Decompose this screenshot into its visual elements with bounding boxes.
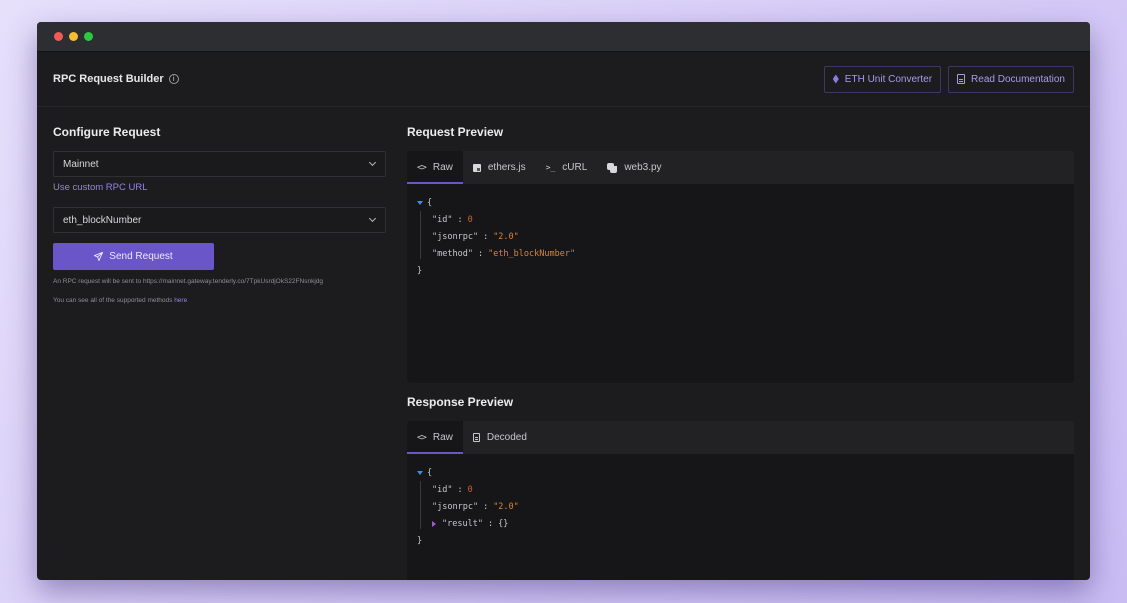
js-icon xyxy=(472,163,481,172)
expand-toggle-icon[interactable] xyxy=(432,520,436,527)
json-key: "result" xyxy=(442,518,483,529)
read-documentation-button[interactable]: Read Documentation xyxy=(948,65,1074,93)
python-icon xyxy=(607,162,618,173)
request-json-viewer: { "id" : 0 "jsonrpc" : "2.0" "method": … xyxy=(407,184,1074,289)
page-title: RPC Request Builder xyxy=(53,73,164,85)
page-title-group: RPC Request Builder i xyxy=(53,73,179,85)
request-preview-tabs: <> Raw ethers.js >_ cURL web3.py xyxy=(407,151,1074,184)
json-open-brace: { xyxy=(427,197,433,208)
tab-raw-label: Raw xyxy=(432,162,453,173)
code-icon: <> xyxy=(417,162,427,173)
supported-methods-note: You can see all of the supported methods… xyxy=(53,297,386,304)
indent-guide xyxy=(420,211,421,259)
json-open-line: { xyxy=(417,464,1064,481)
tab-raw[interactable]: <> Raw xyxy=(407,421,463,454)
tab-ethers-js[interactable]: ethers.js xyxy=(463,151,536,184)
request-preview-title: Request Preview xyxy=(407,125,504,139)
close-window-button[interactable] xyxy=(54,32,63,41)
supported-methods-link[interactable]: here xyxy=(174,297,187,304)
json-entry: "jsonrpc" : "2.0" xyxy=(417,498,1064,515)
tab-curl-label: cURL xyxy=(562,162,588,173)
network-select-value: Mainnet xyxy=(63,158,99,170)
terminal-icon: >_ xyxy=(545,163,556,172)
minimize-window-button[interactable] xyxy=(69,32,78,41)
collapse-toggle-icon[interactable] xyxy=(417,470,423,475)
configure-panel: Configure Request Mainnet Use custom RPC… xyxy=(53,107,386,580)
json-close-line: } xyxy=(417,262,1064,279)
preview-column: Request Preview <> Raw ethers.js >_ cURL xyxy=(407,107,1074,580)
page-header: RPC Request Builder i ETH Unit Converter… xyxy=(37,52,1090,107)
tab-web3-py-label: web3.py xyxy=(624,162,662,173)
request-preview-panel: <> Raw ethers.js >_ cURL web3.py {"id" … xyxy=(407,151,1074,383)
json-key: "id" xyxy=(432,214,453,225)
json-value: {} xyxy=(498,518,509,529)
method-select[interactable]: eth_blockNumber xyxy=(53,207,386,233)
network-select[interactable]: Mainnet xyxy=(53,151,386,177)
ethereum-icon xyxy=(832,74,839,84)
json-value: "2.0" xyxy=(493,501,519,512)
json-open-line: { xyxy=(417,194,1064,211)
tab-ethers-js-label: ethers.js xyxy=(487,162,526,173)
json-colon: : xyxy=(477,248,484,259)
json-close-line: } xyxy=(417,532,1064,549)
json-entry: "jsonrpc" : "2.0" xyxy=(417,228,1064,245)
json-key: "jsonrpc" xyxy=(432,501,479,512)
document-icon xyxy=(472,433,480,442)
tab-decoded[interactable]: Decoded xyxy=(463,421,537,454)
json-value: 0 xyxy=(467,214,473,225)
info-circle-icon[interactable]: i xyxy=(168,74,179,84)
json-entry: "id" : 0 xyxy=(417,211,1064,228)
title-bar xyxy=(37,22,1090,52)
maximize-window-button[interactable] xyxy=(84,32,93,41)
json-open-brace: { xyxy=(427,467,433,478)
json-key: "jsonrpc" xyxy=(432,231,479,242)
json-colon: : xyxy=(457,214,463,225)
code-icon: <> xyxy=(417,432,427,443)
rpc-endpoint-note: An RPC request will be sent to https://m… xyxy=(53,278,323,285)
eth-unit-converter-label: ETH Unit Converter xyxy=(844,73,933,85)
response-preview-title: Response Preview xyxy=(407,395,514,409)
json-close-brace: } xyxy=(417,265,423,276)
json-colon: : xyxy=(483,231,489,242)
json-colon: : xyxy=(483,501,489,512)
json-entry-result: "result" : {} xyxy=(417,515,1064,532)
json-colon: : xyxy=(487,518,494,529)
tab-curl[interactable]: >_ cURL xyxy=(536,151,598,184)
json-value: "eth_blockNumber" xyxy=(488,248,576,259)
indent-guide xyxy=(420,481,421,529)
send-request-label: Send Request xyxy=(109,251,173,262)
document-icon xyxy=(957,74,966,84)
app-window: RPC Request Builder i ETH Unit Converter… xyxy=(37,22,1090,580)
supported-methods-text: You can see all of the supported methods xyxy=(53,297,173,304)
json-key: "method" xyxy=(432,248,473,259)
json-colon: : xyxy=(457,484,463,495)
configure-request-title: Configure Request xyxy=(53,125,161,139)
tab-decoded-label: Decoded xyxy=(486,432,527,443)
json-entry: "method" : "eth_blockNumber" xyxy=(417,245,1064,262)
tab-raw[interactable]: <> Raw xyxy=(407,151,463,184)
json-value: 0 xyxy=(467,484,473,495)
custom-rpc-url-link[interactable]: Use custom RPC URL xyxy=(53,182,148,193)
response-preview-panel: <> Raw Decoded { "id": 0 "jsonrpc": "2… xyxy=(407,421,1074,580)
json-value: "2.0" xyxy=(493,231,519,242)
header-actions: ETH Unit Converter Read Documentation xyxy=(823,65,1074,93)
json-key: "id" xyxy=(432,484,453,495)
eth-unit-converter-button[interactable]: ETH Unit Converter xyxy=(823,65,942,93)
chevron-down-icon xyxy=(368,214,377,223)
response-preview-tabs: <> Raw Decoded xyxy=(407,421,1074,454)
json-close-brace: } xyxy=(417,535,423,546)
tab-raw-label: Raw xyxy=(432,432,453,443)
send-request-button[interactable]: Send Request xyxy=(53,243,214,270)
chevron-down-icon xyxy=(368,158,377,167)
json-entry: "id" : 0 xyxy=(417,481,1064,498)
tab-web3-py[interactable]: web3.py xyxy=(597,151,671,184)
response-json-viewer: { "id" : 0 "jsonrpc" : "2.0" "result": … xyxy=(407,454,1074,559)
collapse-toggle-icon[interactable] xyxy=(417,200,423,205)
main-content: Configure Request Mainnet Use custom RPC… xyxy=(37,107,1090,580)
read-documentation-label: Read Documentation xyxy=(971,73,1065,85)
send-icon xyxy=(94,252,104,261)
method-select-value: eth_blockNumber xyxy=(63,214,142,226)
